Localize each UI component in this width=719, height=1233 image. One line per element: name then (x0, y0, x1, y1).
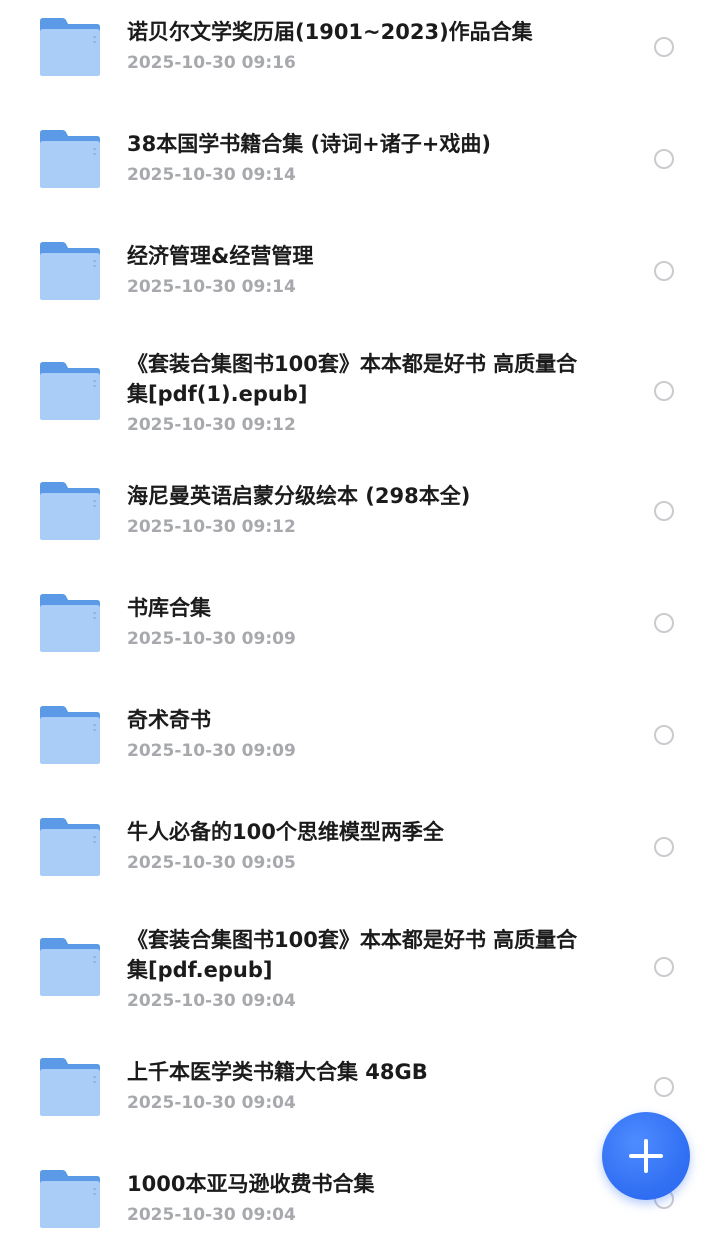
plus-icon (629, 1139, 663, 1173)
file-date: 2025-10-30 09:04 (127, 1093, 296, 1113)
file-name: 奇术奇书 (127, 708, 211, 732)
file-name: 《套装合集图书100套》本本都是好书 高质量合集[pdf.epub] (127, 928, 578, 982)
folder-icon (38, 17, 102, 76)
list-item[interactable]: 经济管理&经营管理 2025-10-30 09:14 (0, 224, 719, 336)
file-date: 2025-10-30 09:04 (127, 1205, 296, 1225)
add-button[interactable] (602, 1112, 690, 1200)
select-radio[interactable] (654, 37, 674, 57)
list-item[interactable]: 书库合集 2025-10-30 09:09 (0, 584, 719, 696)
file-date: 2025-10-30 09:09 (127, 741, 296, 761)
select-radio[interactable] (654, 381, 674, 401)
item-text: 上千本医学类书籍大合集 48GB 2025-10-30 09:04 (127, 1057, 597, 1115)
item-text: 诺贝尔文学奖历届(1901~2023)作品合集 2025-10-30 09:16 (127, 17, 597, 75)
select-radio[interactable] (654, 1077, 674, 1097)
file-name: 海尼曼英语启蒙分级绘本 (298本全) (127, 484, 471, 508)
file-name: 1000本亚马逊收费书合集 (127, 1172, 375, 1196)
item-text: 《套装合集图书100套》本本都是好书 高质量合集[pdf(1).epub] 20… (127, 349, 597, 437)
file-name: 牛人必备的100个思维模型两季全 (127, 820, 444, 844)
folder-icon (38, 481, 102, 540)
list-item[interactable]: 《套装合集图书100套》本本都是好书 高质量合集[pdf.epub] 2025-… (0, 920, 719, 1048)
folder-icon (38, 937, 102, 996)
select-radio[interactable] (654, 957, 674, 977)
list-item[interactable]: 奇术奇书 2025-10-30 09:09 (0, 696, 719, 808)
folder-icon (38, 241, 102, 300)
file-name: 上千本医学类书籍大合集 48GB (127, 1060, 428, 1084)
folder-icon (38, 593, 102, 652)
file-date: 2025-10-30 09:16 (127, 53, 296, 73)
item-text: 经济管理&经营管理 2025-10-30 09:14 (127, 241, 597, 299)
file-date: 2025-10-30 09:14 (127, 277, 296, 297)
file-date: 2025-10-30 09:04 (127, 991, 296, 1011)
select-radio[interactable] (654, 837, 674, 857)
item-text: 海尼曼英语启蒙分级绘本 (298本全) 2025-10-30 09:12 (127, 481, 597, 539)
file-date: 2025-10-30 09:12 (127, 517, 296, 537)
file-name: 书库合集 (127, 596, 211, 620)
file-date: 2025-10-30 09:12 (127, 415, 296, 435)
select-radio[interactable] (654, 261, 674, 281)
item-text: 1000本亚马逊收费书合集 2025-10-30 09:04 (127, 1169, 597, 1227)
folder-icon (38, 1169, 102, 1228)
folder-icon (38, 817, 102, 876)
folder-icon (38, 705, 102, 764)
select-radio[interactable] (654, 149, 674, 169)
item-text: 书库合集 2025-10-30 09:09 (127, 593, 597, 651)
file-name: 经济管理&经营管理 (127, 244, 314, 268)
file-name: 诺贝尔文学奖历届(1901~2023)作品合集 (127, 20, 533, 44)
list-item[interactable]: 38本国学书籍合集 (诗词+诸子+戏曲) 2025-10-30 09:14 (0, 112, 719, 224)
file-name: 38本国学书籍合集 (诗词+诸子+戏曲) (127, 132, 491, 156)
item-text: 38本国学书籍合集 (诗词+诸子+戏曲) 2025-10-30 09:14 (127, 129, 597, 187)
folder-icon (38, 129, 102, 188)
file-name: 《套装合集图书100套》本本都是好书 高质量合集[pdf(1).epub] (127, 352, 578, 406)
list-item[interactable]: 海尼曼英语启蒙分级绘本 (298本全) 2025-10-30 09:12 (0, 472, 719, 584)
folder-icon (38, 361, 102, 420)
select-radio[interactable] (654, 501, 674, 521)
file-date: 2025-10-30 09:14 (127, 165, 296, 185)
list-item[interactable]: 诺贝尔文学奖历届(1901~2023)作品合集 2025-10-30 09:16 (0, 0, 719, 112)
item-text: 奇术奇书 2025-10-30 09:09 (127, 705, 597, 763)
select-radio[interactable] (654, 613, 674, 633)
item-text: 牛人必备的100个思维模型两季全 2025-10-30 09:05 (127, 817, 597, 875)
list-item[interactable]: 《套装合集图书100套》本本都是好书 高质量合集[pdf(1).epub] 20… (0, 336, 719, 472)
file-date: 2025-10-30 09:05 (127, 853, 296, 873)
file-date: 2025-10-30 09:09 (127, 629, 296, 649)
item-text: 《套装合集图书100套》本本都是好书 高质量合集[pdf.epub] 2025-… (127, 925, 597, 1013)
select-radio[interactable] (654, 725, 674, 745)
folder-icon (38, 1057, 102, 1116)
list-item[interactable]: 牛人必备的100个思维模型两季全 2025-10-30 09:05 (0, 808, 719, 920)
